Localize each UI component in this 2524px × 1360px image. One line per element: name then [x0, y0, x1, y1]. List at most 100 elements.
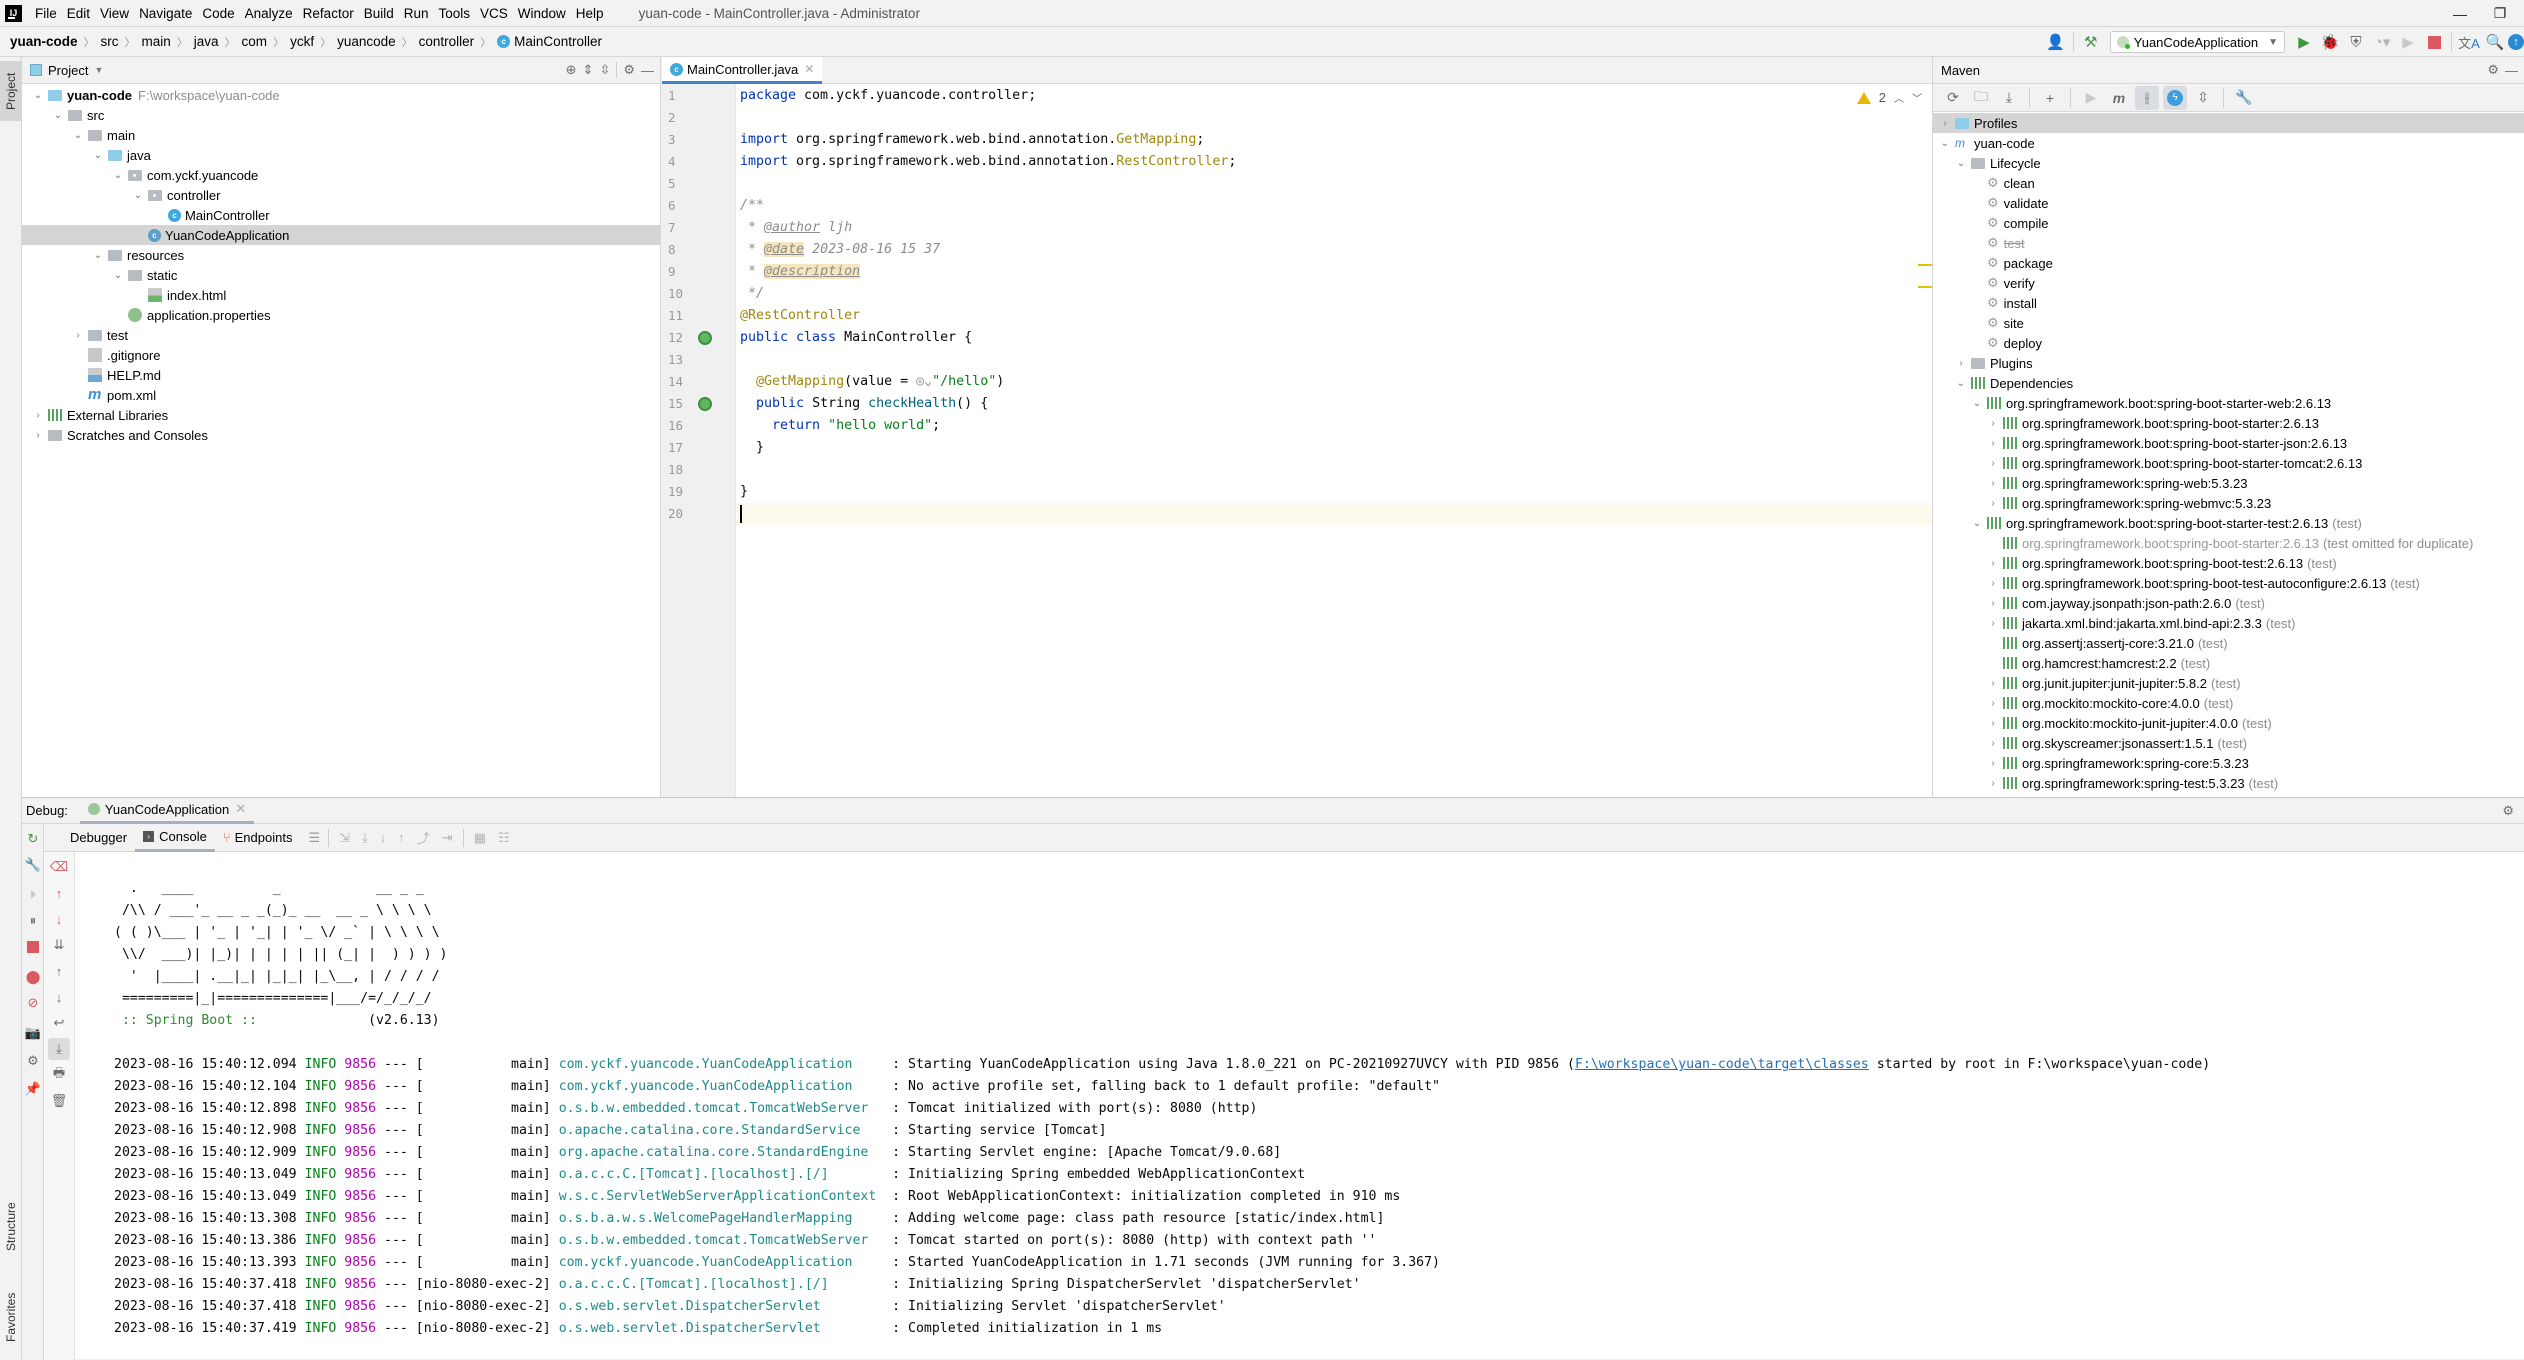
maven-tree-item[interactable]: ⚙ site — [1933, 313, 2524, 333]
menu-file[interactable]: File — [30, 6, 62, 21]
console-output[interactable]: . ____ _ __ _ _ /\\ / ___'_ __ _ _(_)_ _… — [92, 852, 2524, 1359]
maven-tree-item[interactable]: ⚙ deploy — [1933, 333, 2524, 353]
project-tree-item[interactable]: ⌄ static — [22, 265, 660, 285]
previous-occurrence-button[interactable]: ↑ — [48, 882, 70, 904]
collapse-all-icon[interactable]: ⇳ — [599, 62, 610, 78]
coverage-button[interactable]: ⛨ — [2343, 29, 2369, 55]
project-tree-item[interactable]: ⌄ main — [22, 125, 660, 145]
project-tree-item[interactable]: index.html — [22, 285, 660, 305]
skip-tests-button[interactable]: ϟ — [2163, 85, 2187, 110]
gear-icon[interactable]: ⚙ — [623, 62, 635, 78]
chevron-right-icon[interactable]: › — [1987, 478, 1999, 489]
maven-tree-item[interactable]: ⚙ compile — [1933, 213, 2524, 233]
print-button[interactable]: 🖶 — [48, 1064, 70, 1086]
next-occurrence-button[interactable]: ↓ — [48, 908, 70, 930]
debug-button[interactable]: 🐞 — [2317, 29, 2343, 55]
maven-tree-item[interactable]: ⌄ org.springframework.boot:spring-boot-st… — [1933, 513, 2524, 533]
warning-stripe-mark[interactable] — [1918, 264, 1932, 266]
breadcrumb-item[interactable]: yuancode — [337, 34, 396, 49]
tab-main-controller[interactable]: c MainController.java ✕ — [662, 57, 823, 84]
breadcrumb-item[interactable]: c MainController — [497, 34, 602, 49]
project-tree-item[interactable]: ⌄ src — [22, 105, 660, 125]
breadcrumb-item[interactable]: java — [194, 34, 219, 49]
layout-menu-icon[interactable]: ☰ — [308, 830, 320, 846]
close-session-icon[interactable]: ✕ — [235, 801, 246, 817]
chevron-right-icon[interactable]: › — [1987, 438, 1999, 449]
maven-tree-item[interactable]: ⚙ verify — [1933, 273, 2524, 293]
collapse-all-button[interactable]: ⇳ — [2191, 86, 2215, 110]
project-tree-item[interactable]: m pom.xml — [22, 385, 660, 405]
clear-all-button[interactable]: ⌫ — [48, 856, 70, 878]
chevron-right-icon[interactable]: › — [1987, 598, 1999, 609]
expand-all-icon[interactable]: ⇕ — [583, 62, 594, 78]
run-configuration-select[interactable]: YuanCodeApplication ▼ — [2109, 31, 2285, 53]
gear-icon[interactable]: ⚙ — [2487, 62, 2499, 78]
breadcrumb-item[interactable]: yckf — [290, 34, 314, 49]
chevron-right-icon[interactable]: › — [32, 430, 44, 441]
maven-tree-item[interactable]: › Plugins — [1933, 353, 2524, 373]
stop-debug-button[interactable] — [22, 936, 44, 958]
maven-tree-item[interactable]: › org.springframework:spring-web:5.3.23 — [1933, 473, 2524, 493]
update-button[interactable]: ↑ — [2508, 29, 2524, 55]
menu-view[interactable]: View — [95, 6, 134, 21]
menu-tools[interactable]: Tools — [434, 6, 476, 21]
chevron-down-icon[interactable]: ⌄ — [1939, 138, 1951, 149]
maven-tree-item[interactable]: › com.jayway.jsonpath:json-path:2.6.0 (tes… — [1933, 593, 2524, 613]
project-tree-item[interactable]: › Scratches and Consoles — [22, 425, 660, 445]
vcs-user-button[interactable]: 👤 — [2043, 29, 2069, 55]
structure-tool-tab[interactable]: Structure — [0, 1187, 22, 1267]
search-everywhere-button[interactable]: 🔍 — [2482, 29, 2508, 55]
tab-debugger[interactable]: Debugger — [62, 824, 135, 852]
maven-tree-item[interactable]: › org.skyscreamer:jsonassert:1.5.1 (test) — [1933, 733, 2524, 753]
translate-button[interactable]: 文A — [2456, 29, 2482, 55]
run-to-cursor-icon[interactable]: ⇥ — [442, 830, 453, 846]
hide-panel-icon[interactable]: — — [641, 63, 654, 78]
chevron-right-icon[interactable]: › — [1987, 778, 1999, 789]
drop-frame-icon[interactable]: ⤴ — [417, 828, 430, 847]
maven-tree-item[interactable]: › org.springframework.boot:spring-boot-st… — [1933, 453, 2524, 473]
maven-tree-item[interactable]: › org.springframework:spring-core:5.3.23 — [1933, 753, 2524, 773]
scroll-to-end-button[interactable]: ⤓ — [48, 1038, 70, 1060]
menu-refactor[interactable]: Refactor — [298, 6, 359, 21]
project-tree-item[interactable]: ⌄ com.yckf.yuancode — [22, 165, 660, 185]
chevron-down-icon[interactable]: ⌄ — [92, 250, 104, 261]
close-tab-icon[interactable]: ✕ — [804, 62, 814, 76]
chevron-down-icon[interactable]: ⌄ — [1955, 378, 1967, 389]
tab-endpoints[interactable]: ⑂ Endpoints — [215, 824, 301, 852]
maven-tree-item[interactable]: ⌄ Lifecycle — [1933, 153, 2524, 173]
chevron-right-icon[interactable]: › — [1955, 358, 1967, 369]
view-breakpoints-button[interactable]: ⬤ — [22, 966, 44, 988]
evaluate-expression-icon[interactable]: ▦ — [474, 830, 486, 846]
breadcrumb-item[interactable]: src — [101, 34, 119, 49]
maven-tree-item[interactable]: › org.springframework.boot:spring-boot-te… — [1933, 573, 2524, 593]
chevron-right-icon[interactable]: › — [72, 330, 84, 341]
debug-settings-button[interactable]: ⚙ — [22, 1050, 44, 1072]
menu-window[interactable]: Window — [513, 6, 571, 21]
chevron-right-icon[interactable]: › — [1939, 118, 1951, 129]
stop-button[interactable] — [2421, 29, 2447, 55]
menu-code[interactable]: Code — [197, 6, 239, 21]
breadcrumb-item[interactable]: controller — [419, 34, 475, 49]
mute-breakpoints-button[interactable]: ⊘ — [22, 992, 44, 1014]
up-stack-button[interactable]: ↑ — [48, 960, 70, 982]
maven-tree-item[interactable]: ⌄ m yuan-code — [1933, 133, 2524, 153]
maven-tree-item[interactable]: › org.springframework.boot:spring-boot-te… — [1933, 553, 2524, 573]
modify-config-button[interactable]: 🔧 — [22, 854, 44, 876]
maven-tree-item[interactable]: › org.mockito:mockito-core:4.0.0 (test) — [1933, 693, 2524, 713]
maven-tree-item[interactable]: › org.springframework:spring-webmvc:5.3.2… — [1933, 493, 2524, 513]
breadcrumb-item[interactable]: com — [242, 34, 268, 49]
chevron-down-icon[interactable]: ⌄ — [92, 150, 104, 161]
run-maven-build-button[interactable]: ▶ — [2079, 86, 2103, 110]
debug-session-tab[interactable]: YuanCodeApplication ✕ — [79, 798, 255, 824]
project-tree-item[interactable]: .gitignore — [22, 345, 660, 365]
get-thread-dump-button[interactable]: 📷 — [22, 1022, 44, 1044]
maven-tree-item[interactable]: ⌄ org.springframework.boot:spring-boot-st… — [1933, 393, 2524, 413]
gear-icon[interactable]: ⚙ — [2502, 803, 2514, 819]
request-mapping-gutter-icon[interactable] — [698, 397, 712, 411]
down-stack-button[interactable]: ↓ — [48, 986, 70, 1008]
locate-file-icon[interactable]: ⊕ — [566, 62, 577, 78]
chevron-down-icon[interactable]: ⌄ — [132, 190, 144, 201]
project-tree-item[interactable]: ⌄ resources — [22, 245, 660, 265]
chevron-right-icon[interactable]: › — [1987, 618, 1999, 629]
rerun-button[interactable]: ↻ — [22, 828, 44, 850]
